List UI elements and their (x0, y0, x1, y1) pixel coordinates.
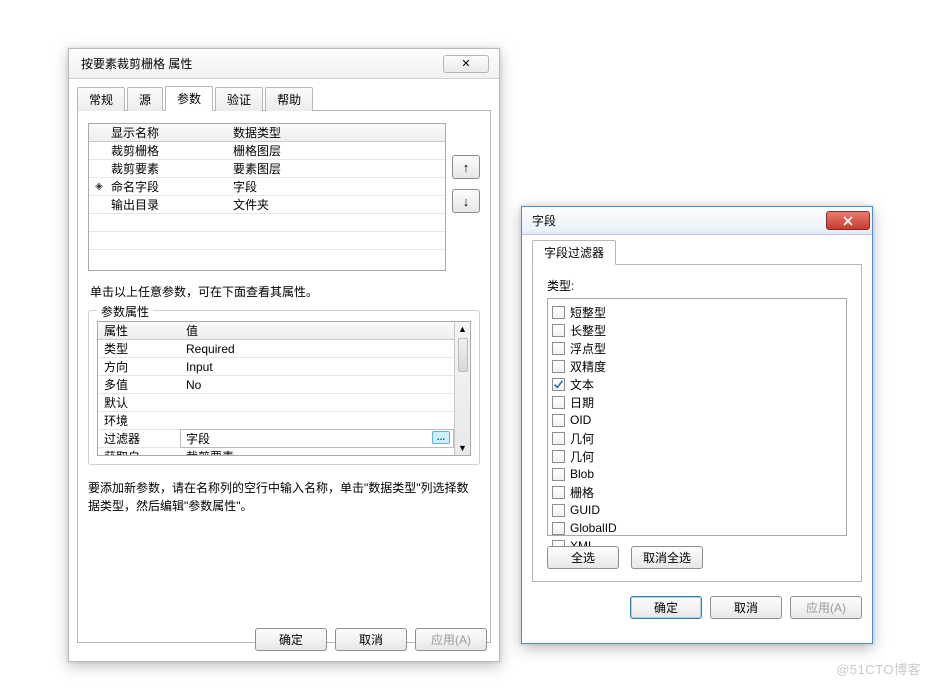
attr-row[interactable]: 方向 Input (98, 358, 454, 376)
type-list: 短整型 长整型 浮点型 双精度 文本 日期 OID 几何 几何 Blob 栅格 … (547, 298, 847, 536)
checkbox[interactable] (552, 486, 565, 499)
tab-help[interactable]: 帮助 (265, 87, 313, 111)
checkbox[interactable] (552, 396, 565, 409)
close-icon (843, 216, 853, 226)
param-row[interactable] (89, 214, 445, 232)
scroll-down-icon[interactable]: ▼ (455, 441, 470, 455)
move-down-button[interactable]: ↓ (452, 189, 480, 213)
parameters-table[interactable]: 显示名称 数据类型 裁剪栅格 栅格图层 裁剪要素 要素图层 ◈ (88, 123, 446, 271)
close-button[interactable]: ✕ (443, 55, 489, 73)
param-header-row: 显示名称 数据类型 (89, 124, 445, 142)
tab-field-filter[interactable]: 字段过滤器 (532, 240, 616, 265)
param-row[interactable]: ◈ 命名字段 字段 (89, 178, 445, 196)
attribute-group: 参数属性 属性 值 类型 Required 方向 Input (88, 310, 480, 465)
type-item[interactable]: 双精度 (552, 357, 842, 375)
attr-header-val: 值 (180, 322, 454, 339)
type-item[interactable]: 长整型 (552, 321, 842, 339)
tab-parameters[interactable]: 参数 (165, 86, 213, 111)
type-item[interactable]: GUID (552, 501, 842, 519)
attribute-group-title: 参数属性 (97, 303, 153, 320)
attr-header-row: 属性 值 (98, 322, 454, 340)
ok-button[interactable]: 确定 (630, 596, 702, 619)
filter-tabs: 字段过滤器 (532, 241, 862, 265)
filter-panel: 类型: 短整型 长整型 浮点型 双精度 文本 日期 OID 几何 几何 Blob… (532, 265, 862, 582)
type-item[interactable]: Blob (552, 465, 842, 483)
type-item[interactable]: 栅格 (552, 483, 842, 501)
attr-row[interactable]: 类型 Required (98, 340, 454, 358)
type-label: 类型: (547, 277, 847, 294)
type-item[interactable]: 几何 (552, 429, 842, 447)
param-row[interactable] (89, 250, 445, 268)
attr-row[interactable]: 过滤器 字段 ... (98, 430, 454, 448)
attr-filter-value: 字段 (186, 432, 210, 446)
checkbox[interactable] (552, 522, 565, 535)
checkbox[interactable] (552, 432, 565, 445)
properties-titlebar[interactable]: 按要素裁剪栅格 属性 ✕ (69, 49, 499, 79)
param-row[interactable] (89, 232, 445, 250)
checkbox[interactable] (552, 306, 565, 319)
cancel-button[interactable]: 取消 (335, 628, 407, 651)
field-body: 字段过滤器 类型: 短整型 长整型 浮点型 双精度 文本 日期 OID 几何 几… (522, 235, 872, 627)
ellipsis-button[interactable]: ... (432, 431, 450, 444)
param-header-type: 数据类型 (231, 124, 445, 141)
arrow-up-icon: ↑ (463, 160, 470, 175)
arrow-down-icon: ↓ (463, 194, 470, 209)
cancel-button[interactable]: 取消 (710, 596, 782, 619)
type-item[interactable]: GlobalID (552, 519, 842, 537)
param-row[interactable]: 裁剪要素 要素图层 (89, 160, 445, 178)
checkbox[interactable] (552, 468, 565, 481)
type-item[interactable]: 短整型 (552, 303, 842, 321)
type-item[interactable]: OID (552, 411, 842, 429)
apply-button[interactable]: 应用(A) (790, 596, 862, 619)
ok-button[interactable]: 确定 (255, 628, 327, 651)
tab-general[interactable]: 常规 (77, 87, 125, 111)
checkbox[interactable] (552, 504, 565, 517)
type-item[interactable]: 几何 (552, 447, 842, 465)
tab-validate[interactable]: 验证 (215, 87, 263, 111)
parameters-panel: 显示名称 数据类型 裁剪栅格 栅格图层 裁剪要素 要素图层 ◈ (77, 111, 491, 643)
field-dialog: 字段 字段过滤器 类型: 短整型 长整型 浮点型 双精度 文本 日期 OID 几… (521, 206, 873, 644)
properties-dialog: 按要素裁剪栅格 属性 ✕ 常规 源 参数 验证 帮助 显示名称 数据类型 (68, 48, 500, 662)
scroll-thumb[interactable] (458, 338, 468, 372)
param-row[interactable]: 输出目录 文件夹 (89, 196, 445, 214)
properties-title: 按要素裁剪栅格 属性 (79, 55, 443, 72)
attr-row[interactable]: 多值 No (98, 376, 454, 394)
properties-tabs: 常规 源 参数 验证 帮助 (77, 87, 491, 111)
attribute-table[interactable]: 属性 值 类型 Required 方向 Input 多值 (97, 321, 471, 456)
type-item[interactable]: 日期 (552, 393, 842, 411)
tab-source[interactable]: 源 (127, 87, 163, 111)
param-row[interactable]: 裁剪栅格 栅格图层 (89, 142, 445, 160)
checkbox[interactable] (552, 378, 565, 391)
attr-header-prop: 属性 (98, 322, 180, 339)
attr-row[interactable]: 默认 (98, 394, 454, 412)
properties-body: 常规 源 参数 验证 帮助 显示名称 数据类型 裁剪栅格 栅格图层 (69, 79, 499, 651)
move-up-button[interactable]: ↑ (452, 155, 480, 179)
attr-row[interactable]: 获取自 裁剪要素 (98, 448, 454, 455)
checkbox[interactable] (552, 342, 565, 355)
checkbox[interactable] (552, 450, 565, 463)
checkbox[interactable] (552, 414, 565, 427)
type-item[interactable]: 文本 (552, 375, 842, 393)
param-header-name: 显示名称 (109, 124, 231, 141)
help-text: 要添加新参数，请在名称列的空行中输入名称，单击"数据类型"列选择数据类型，然后编… (88, 479, 480, 515)
attr-row[interactable]: 环境 (98, 412, 454, 430)
checkbox[interactable] (552, 360, 565, 373)
type-item[interactable]: 浮点型 (552, 339, 842, 357)
checkbox[interactable] (552, 324, 565, 337)
field-title: 字段 (532, 212, 826, 229)
properties-buttons: 确定 取消 应用(A) (255, 628, 487, 651)
close-button[interactable] (826, 211, 870, 230)
field-titlebar[interactable]: 字段 (522, 207, 872, 235)
attr-scrollbar[interactable]: ▲ ▼ (454, 322, 470, 455)
scroll-up-icon[interactable]: ▲ (455, 322, 470, 336)
select-all-button[interactable]: 全选 (547, 546, 619, 569)
parameters-hint: 单击以上任意参数，可在下面查看其属性。 (90, 283, 478, 300)
deselect-all-button[interactable]: 取消全选 (631, 546, 703, 569)
watermark: @51CTO博客 (836, 659, 921, 678)
close-icon: ✕ (461, 57, 470, 70)
apply-button[interactable]: 应用(A) (415, 628, 487, 651)
